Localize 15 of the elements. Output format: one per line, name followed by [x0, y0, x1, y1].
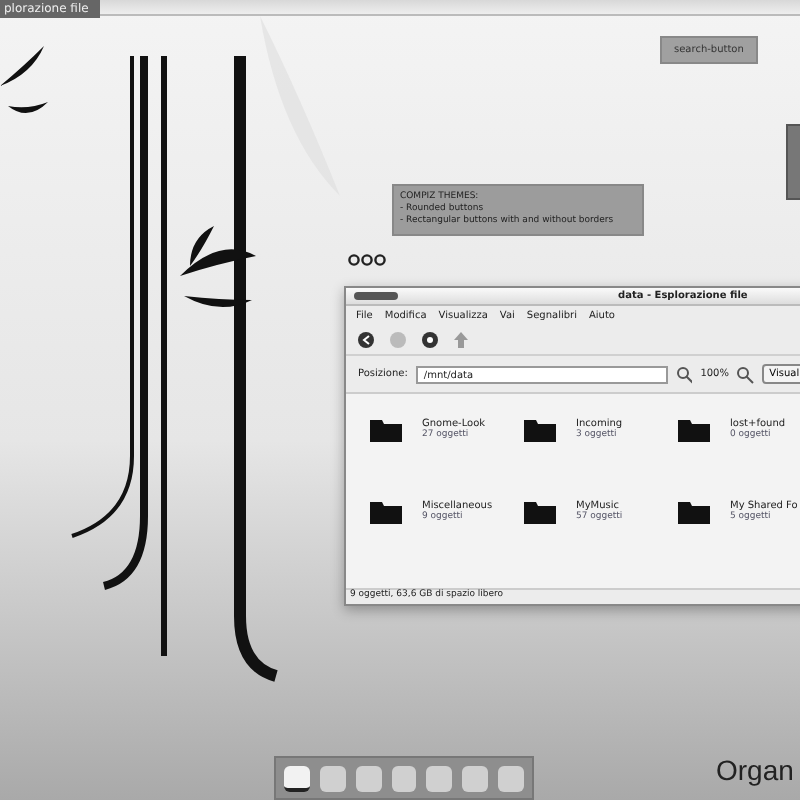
back-icon[interactable]: [358, 332, 374, 348]
zoom-in-icon[interactable]: [736, 365, 754, 383]
reload-icon[interactable]: [422, 332, 438, 348]
folder-icon[interactable]: [524, 418, 556, 442]
folder-icon[interactable]: [370, 500, 402, 524]
window-controls-icon[interactable]: [354, 292, 398, 300]
dock-app-icon[interactable]: [284, 765, 310, 791]
brand-text: Organ: [716, 754, 794, 786]
folder-icon[interactable]: [678, 418, 710, 442]
side-panel: [786, 124, 800, 200]
folder-icon[interactable]: [678, 500, 710, 524]
window-buttons-icon: [348, 254, 386, 266]
folder-icon[interactable]: [524, 500, 556, 524]
zoom-out-icon[interactable]: [676, 365, 693, 383]
folder-icon[interactable]: [370, 418, 402, 442]
